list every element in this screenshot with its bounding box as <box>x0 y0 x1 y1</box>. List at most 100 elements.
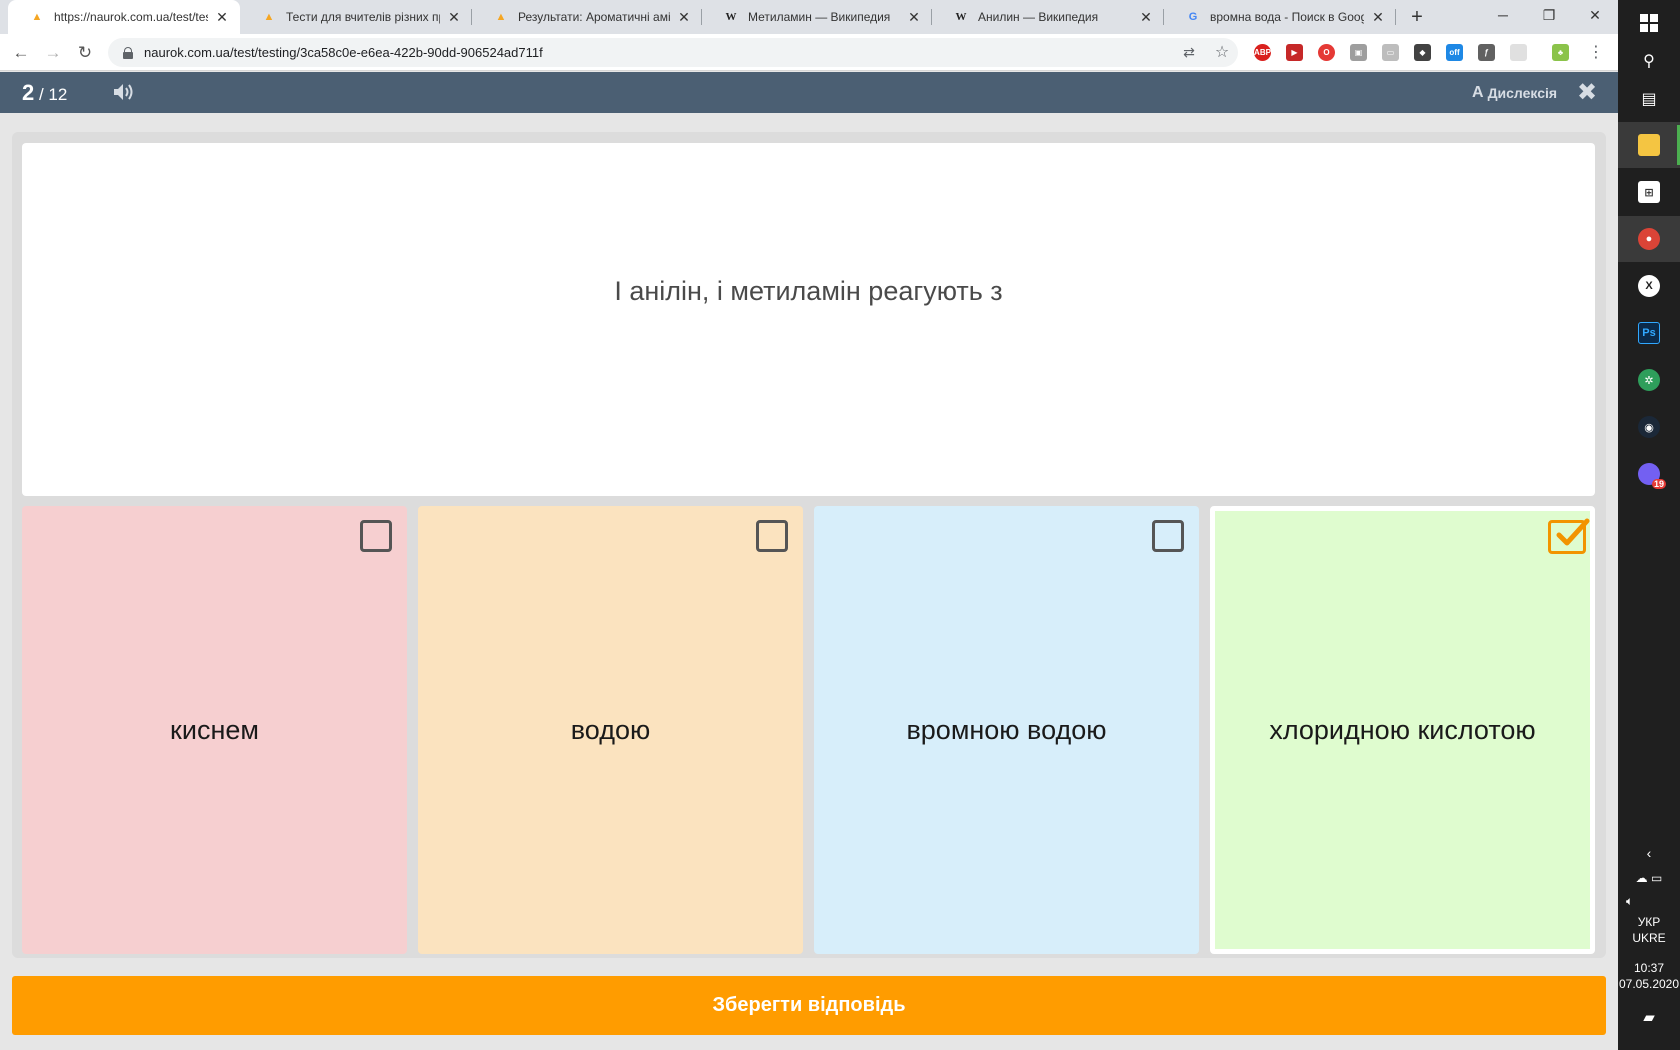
language-indicator[interactable]: УКР UKRE <box>1618 914 1680 946</box>
browser-toolbar: ← → ↻ naurok.com.ua/test/testing/3ca58c0… <box>0 34 1618 71</box>
taskbar-steam[interactable]: ◉ <box>1618 404 1680 450</box>
tab-separator <box>1395 9 1396 25</box>
tab-title: https://naurok.com.ua/test/testi <box>54 10 208 24</box>
checkmark-icon <box>1556 518 1590 546</box>
bookmark-star-icon[interactable]: ☆ <box>1213 43 1231 61</box>
question-card: І анілін, і метиламін реагують з <box>22 143 1595 496</box>
tab-wiki-methylamine[interactable]: W Метиламин — Википедия ✕ <box>702 0 932 34</box>
close-tab-icon[interactable]: ✕ <box>1370 9 1386 25</box>
cast-extension-icon[interactable]: ▭ <box>1382 44 1399 61</box>
back-button[interactable]: ← <box>8 40 34 66</box>
viber-icon: 19 <box>1638 463 1666 489</box>
close-tab-icon[interactable]: ✕ <box>446 9 462 25</box>
tab-google-search[interactable]: G вромна вода - Поиск в Google ✕ <box>1164 0 1396 34</box>
answer-option-1[interactable]: киснем <box>22 506 407 954</box>
taskbar-viber[interactable]: 19 <box>1618 451 1680 497</box>
windows-taskbar: ⚲ ▤ ⊞ ● X Ps ✲ ◉ 19 ‹ ☁ ▭ 🔈︎ УКР UKRE 10… <box>1618 0 1680 1050</box>
save-answer-button[interactable]: Зберегти відповідь <box>12 976 1606 1035</box>
tab-title: Метиламин — Википедия <box>748 10 891 24</box>
forward-button[interactable]: → <box>40 40 66 66</box>
globe-app-icon: ✲ <box>1638 369 1660 391</box>
taskbar-chrome[interactable]: ● <box>1618 216 1680 262</box>
current-question-number: 2 <box>22 80 35 105</box>
naurok-bell-icon: ▲ <box>31 11 43 23</box>
clock[interactable]: 10:37 07.05.2020 <box>1618 960 1680 992</box>
network-icon[interactable]: ☁ <box>1636 871 1648 885</box>
google-icon: G <box>1188 11 1198 23</box>
question-counter: 2 / 12 <box>22 80 67 106</box>
tab-naurok-tests[interactable]: ▲ Тести для вчителів різних пре ✕ <box>240 0 472 34</box>
clock-time: 10:37 <box>1633 961 1665 975</box>
option-label: вромною водою <box>906 714 1107 745</box>
notification-badge: 19 <box>1651 479 1666 489</box>
taskbar-app-green[interactable]: ✲ <box>1618 357 1680 403</box>
taskbar-xbox[interactable]: X <box>1618 263 1680 309</box>
volume-icon[interactable]: 🔈︎ <box>1618 893 1680 909</box>
video-extension-icon[interactable]: ▶ <box>1286 44 1303 61</box>
tab-title: Тести для вчителів різних пре <box>286 10 440 24</box>
photoshop-icon: Ps <box>1638 322 1660 344</box>
tab-title: Результати: Ароматичні аміни <box>518 10 670 24</box>
option-checkbox[interactable] <box>1152 520 1184 552</box>
taskbar-photoshop[interactable]: Ps <box>1618 310 1680 356</box>
dyslexia-toggle[interactable]: A Дислексія <box>1472 84 1557 102</box>
menu-kebab-icon[interactable]: ⋮ <box>1587 43 1605 61</box>
option-label: водою <box>570 714 651 745</box>
diamond-extension-icon[interactable]: ◆ <box>1414 44 1431 61</box>
taskbar-file-explorer[interactable] <box>1618 122 1680 168</box>
test-header: 2 / 12 A Дислексія ✖ <box>0 72 1618 113</box>
answer-option-4[interactable]: хлоридною кислотою <box>1210 506 1595 954</box>
question-text: І анілін, і метиламін реагують з <box>614 276 1003 306</box>
minimize-button[interactable]: ─ <box>1480 0 1526 30</box>
answer-option-3[interactable]: вромною водою <box>814 506 1199 954</box>
steam-icon: ◉ <box>1638 416 1660 438</box>
wikipedia-icon: W <box>725 11 737 23</box>
close-tab-icon[interactable]: ✕ <box>1138 9 1154 25</box>
tab-title: Анилин — Википедия <box>978 10 1099 24</box>
task-view-icon: ▤ <box>1641 91 1657 108</box>
action-center-icon[interactable]: ▰ <box>1618 1010 1680 1026</box>
counter-separator: / <box>34 85 49 104</box>
tab-naurok-results[interactable]: ▲ Результати: Ароматичні аміни ✕ <box>472 0 702 34</box>
opera-vpn-icon[interactable]: O <box>1318 44 1335 61</box>
script-extension-icon[interactable]: ƒ <box>1478 44 1495 61</box>
option-checkbox-checked[interactable] <box>1548 518 1590 554</box>
taskbar-store[interactable]: ⊞ <box>1618 169 1680 215</box>
close-window-button[interactable]: ✕ <box>1572 0 1618 30</box>
sale-off-extension-icon[interactable]: off <box>1446 44 1463 61</box>
address-bar[interactable]: naurok.com.ua/test/testing/3ca58c0e-e6ea… <box>108 38 1238 67</box>
xbox-icon: X <box>1638 275 1660 297</box>
language-line-2: UKRE <box>1632 931 1666 945</box>
naurok-bell-icon: ▲ <box>263 11 275 23</box>
windows-logo-icon <box>1640 14 1658 32</box>
option-checkbox[interactable] <box>756 520 788 552</box>
close-tab-icon[interactable]: ✕ <box>676 9 692 25</box>
option-label: хлоридною кислотою <box>1269 714 1536 745</box>
display-icon[interactable]: ▭ <box>1651 871 1662 885</box>
task-view-button[interactable]: ▤ <box>1618 76 1680 122</box>
close-test-icon[interactable]: ✖ <box>1574 78 1600 106</box>
close-tab-icon[interactable]: ✕ <box>906 9 922 25</box>
dyslexia-label: Дислексія <box>1487 85 1558 101</box>
show-hidden-icons-button[interactable]: ‹ <box>1618 845 1680 861</box>
puzzle-extension-icon[interactable]: ♣ <box>1552 44 1569 61</box>
restore-button[interactable]: ❐ <box>1526 0 1572 30</box>
tab-wiki-aniline[interactable]: W Анилин — Википедия ✕ <box>932 0 1164 34</box>
naurok-bell-icon: ▲ <box>495 11 507 23</box>
blank-extension-icon[interactable] <box>1510 44 1527 61</box>
speaker-icon[interactable] <box>112 82 136 102</box>
search-icon: ⚲ <box>1643 53 1655 70</box>
reload-button[interactable]: ↻ <box>72 40 98 66</box>
option-checkbox[interactable] <box>360 520 392 552</box>
folder-icon <box>1638 134 1660 156</box>
tab-naurok-testing[interactable]: ▲ https://naurok.com.ua/test/testi ✕ <box>8 0 240 34</box>
clock-date: 07.05.2020 <box>1618 977 1680 991</box>
option-label: киснем <box>170 714 259 745</box>
answer-option-2[interactable]: водою <box>418 506 803 954</box>
adblock-plus-icon[interactable]: ABP <box>1254 44 1271 61</box>
new-tab-button[interactable]: + <box>1405 5 1429 29</box>
screenshot-extension-icon[interactable]: ▣ <box>1350 44 1367 61</box>
tab-strip: ▲ https://naurok.com.ua/test/testi ✕ ▲ Т… <box>0 0 1618 34</box>
close-tab-icon[interactable]: ✕ <box>214 9 230 25</box>
translate-icon[interactable]: ⇄ <box>1180 43 1198 61</box>
